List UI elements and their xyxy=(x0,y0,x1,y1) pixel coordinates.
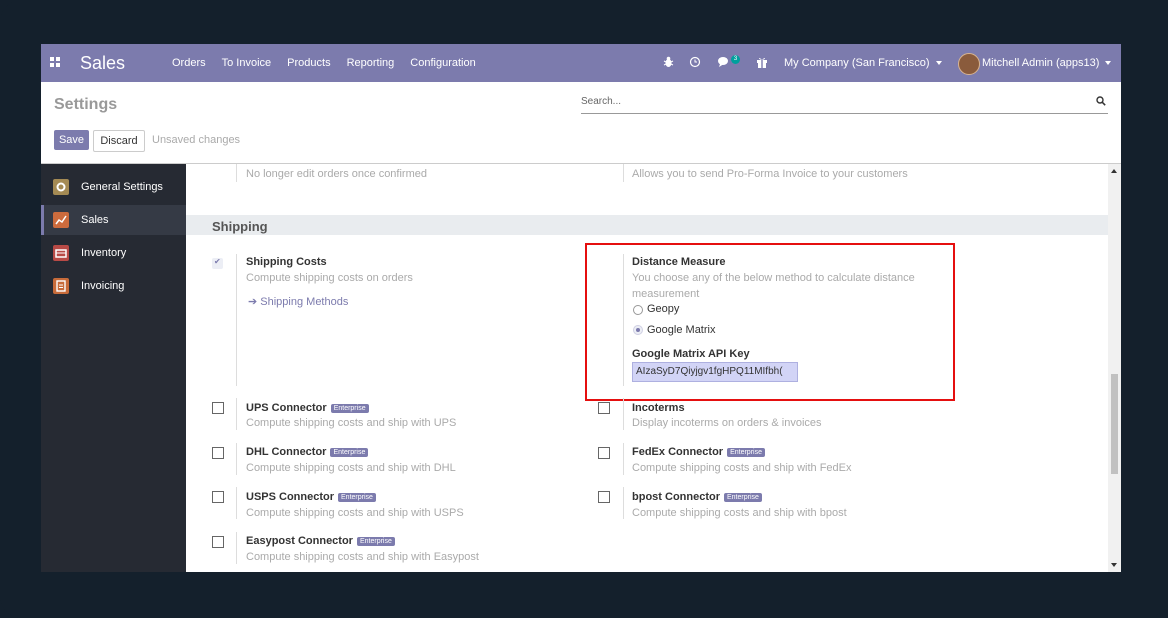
scroll-up-icon[interactable] xyxy=(1111,169,1117,173)
easypost-connector-checkbox[interactable] xyxy=(212,536,224,548)
sidebar-item-label: Inventory xyxy=(81,247,127,259)
usps-connector-title: USPS Connector Enterprise xyxy=(246,491,376,503)
control-panel: Settings Search... Save Discard Unsaved … xyxy=(41,82,1121,164)
fedex-connector-desc: Compute shipping costs and ship with Fed… xyxy=(632,462,852,474)
divider xyxy=(236,443,237,475)
search-icon[interactable] xyxy=(1096,96,1106,109)
sidebar-item-label: Invoicing xyxy=(81,280,125,292)
divider xyxy=(623,398,624,430)
chevron-down-icon xyxy=(935,61,942,66)
section-title: Shipping xyxy=(212,219,268,234)
app-brand[interactable]: Sales xyxy=(80,53,125,74)
bpost-connector-title: bpost Connector Enterprise xyxy=(632,491,762,503)
shipping-costs-title: Shipping Costs xyxy=(246,256,327,268)
gift-icon[interactable] xyxy=(756,56,768,71)
dhl-connector-title: DHL Connector Enterprise xyxy=(246,446,369,458)
scrollbar-thumb[interactable] xyxy=(1111,374,1118,474)
user-menu[interactable]: Mitchell Admin (apps13) xyxy=(982,57,1112,69)
user-avatar[interactable] xyxy=(958,53,980,75)
divider xyxy=(236,164,237,182)
dhl-connector-checkbox[interactable] xyxy=(212,447,224,459)
settings-sidebar: General Settings Sales Inventory Invoici… xyxy=(41,164,186,572)
enterprise-badge: Enterprise xyxy=(356,536,395,546)
enterprise-badge: Enterprise xyxy=(330,403,369,413)
company-switcher[interactable]: My Company (San Francisco) xyxy=(784,57,942,69)
clock-icon[interactable] xyxy=(689,56,701,71)
setting-desc: No longer edit orders once confirmed xyxy=(246,168,427,180)
chat-icon[interactable] xyxy=(717,56,731,71)
menu-products[interactable]: Products xyxy=(287,57,330,69)
usps-connector-checkbox[interactable] xyxy=(212,491,224,503)
search-input[interactable]: Search... xyxy=(581,96,1108,114)
shipping-costs-desc: Compute shipping costs on orders xyxy=(246,272,413,284)
ups-connector-desc: Compute shipping costs and ship with UPS xyxy=(246,417,457,429)
save-button[interactable]: Save xyxy=(54,130,89,150)
ups-connector-checkbox[interactable] xyxy=(212,402,224,414)
enterprise-badge: Enterprise xyxy=(338,492,376,502)
divider xyxy=(236,532,237,564)
enterprise-badge: Enterprise xyxy=(330,447,369,457)
divider xyxy=(236,487,237,519)
bpost-connector-desc: Compute shipping costs and ship with bpo… xyxy=(632,507,847,519)
shipping-methods-link[interactable]: ➔ Shipping Methods xyxy=(248,295,348,308)
divider xyxy=(236,398,237,430)
incoterms-title: Incoterms xyxy=(632,402,685,414)
incoterms-desc: Display incoterms on orders & invoices xyxy=(632,417,822,429)
ups-connector-title: UPS Connector Enterprise xyxy=(246,402,369,414)
enterprise-badge: Enterprise xyxy=(727,447,765,457)
inventory-box-icon xyxy=(53,245,69,261)
chevron-down-icon xyxy=(1105,61,1112,66)
arrow-right-icon: ➔ xyxy=(248,296,258,308)
incoterms-checkbox[interactable] xyxy=(598,402,610,414)
user-name: Mitchell Admin (apps13) xyxy=(982,57,1100,69)
unsaved-changes-label: Unsaved changes xyxy=(152,134,241,146)
sidebar-item-label: General Settings xyxy=(81,181,163,193)
usps-connector-desc: Compute shipping costs and ship with USP… xyxy=(246,507,464,519)
menu-to-invoice[interactable]: To Invoice xyxy=(222,57,272,69)
divider xyxy=(236,254,237,386)
invoice-icon xyxy=(53,278,69,294)
odoo-app: Sales Orders To Invoice Products Reporti… xyxy=(41,44,1121,572)
bpost-connector-checkbox[interactable] xyxy=(598,491,610,503)
top-navbar: Sales Orders To Invoice Products Reporti… xyxy=(41,44,1121,82)
settings-content: No longer edit orders once confirmed All… xyxy=(186,164,1108,572)
gear-icon xyxy=(53,179,69,195)
highlight-box xyxy=(585,243,955,401)
divider xyxy=(623,164,624,182)
scroll-down-icon[interactable] xyxy=(1111,563,1117,567)
sidebar-item-label: Sales xyxy=(81,214,109,226)
apps-menu-icon[interactable] xyxy=(50,57,60,67)
search-placeholder: Search... xyxy=(581,96,622,107)
dhl-connector-desc: Compute shipping costs and ship with DHL xyxy=(246,462,456,474)
bug-icon[interactable] xyxy=(663,56,674,71)
menu-orders[interactable]: Orders xyxy=(172,57,206,69)
fedex-connector-checkbox[interactable] xyxy=(598,447,610,459)
shipping-costs-checkbox[interactable] xyxy=(212,257,223,269)
menu-configuration[interactable]: Configuration xyxy=(410,57,475,69)
company-name: My Company (San Francisco) xyxy=(784,57,930,69)
content-scrollbar[interactable] xyxy=(1108,164,1121,572)
divider xyxy=(623,443,624,475)
divider xyxy=(623,487,624,519)
page-title: Settings xyxy=(54,96,118,113)
sidebar-item-sales[interactable]: Sales xyxy=(41,205,186,235)
sidebar-item-inventory[interactable]: Inventory xyxy=(41,238,186,268)
enterprise-badge: Enterprise xyxy=(724,492,762,502)
sidebar-item-invoicing[interactable]: Invoicing xyxy=(41,271,186,301)
section-heading-shipping: Shipping xyxy=(186,215,1108,235)
sidebar-item-general-settings[interactable]: General Settings xyxy=(41,172,186,202)
fedex-connector-title: FedEx Connector Enterprise xyxy=(632,446,765,458)
chat-count-badge: 3 xyxy=(731,55,740,64)
menu-reporting[interactable]: Reporting xyxy=(347,57,395,69)
easypost-connector-desc: Compute shipping costs and ship with Eas… xyxy=(246,551,479,563)
main-menu: Orders To Invoice Products Reporting Con… xyxy=(172,57,492,69)
setting-desc: Allows you to send Pro-Forma Invoice to … xyxy=(632,168,908,180)
sales-chart-icon xyxy=(53,212,69,228)
easypost-connector-title: Easypost Connector Enterprise xyxy=(246,535,395,547)
discard-button[interactable]: Discard xyxy=(93,130,145,152)
